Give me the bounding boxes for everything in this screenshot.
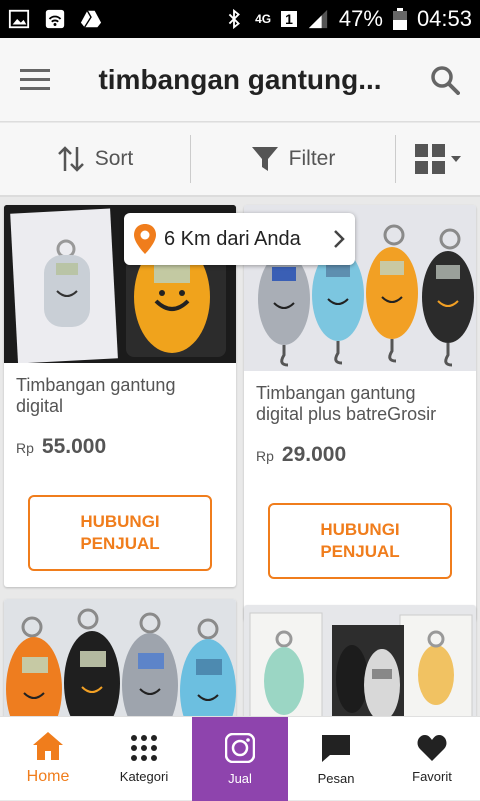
battery-percent: 47% (338, 6, 383, 31)
location-pin-icon (134, 224, 156, 254)
clock: 04:53 (416, 6, 472, 31)
chat-icon (322, 734, 350, 762)
grid-view-icon (415, 144, 445, 174)
grid-dots-icon (131, 734, 157, 761)
chevron-down-icon (451, 156, 461, 162)
nav-item-favorit[interactable]: Favorit (384, 717, 480, 801)
product-card[interactable]: Timbangan gantung digital plus batreGros… (244, 205, 476, 621)
battery-icon (392, 8, 407, 30)
heart-icon (417, 735, 447, 761)
app-header: timbangan gantung... (0, 38, 480, 122)
currency-label: Rp (16, 440, 34, 456)
sort-button[interactable]: Sort (0, 122, 190, 196)
product-image[interactable] (244, 605, 476, 716)
network-type: 4G (255, 12, 272, 26)
search-icon[interactable] (410, 38, 480, 122)
nav-item-kategori[interactable]: Kategori (96, 717, 192, 801)
drive-icon (80, 10, 102, 28)
contact-seller-button[interactable]: HUBUNGI PENJUAL (28, 495, 212, 571)
wifi-icon (45, 9, 65, 29)
product-image[interactable] (4, 599, 236, 716)
nav-label: Home (26, 768, 70, 785)
gallery-icon (8, 9, 30, 29)
product-card[interactable] (4, 599, 236, 716)
page-title: timbangan gantung... (98, 63, 382, 95)
price-value: 55.000 (41, 435, 107, 458)
product-price: Rp 29.000 (244, 443, 476, 467)
filter-button[interactable]: Filter (191, 122, 395, 196)
sort-icon (57, 146, 84, 172)
signal-icon (308, 9, 328, 29)
bluetooth-icon (228, 8, 241, 30)
camera-icon (225, 732, 255, 763)
nav-label: Jual (228, 770, 252, 786)
product-name[interactable]: Timbangan gantung digital (4, 375, 236, 417)
sim-indicator: 1 (281, 11, 297, 27)
product-grid: Timbangan gantung digital Rp 55.000 HUBU… (0, 199, 480, 716)
product-name[interactable]: Timbangan gantung digital plus batreGros… (244, 383, 476, 425)
currency-label: Rp (256, 448, 274, 464)
menu-icon[interactable] (0, 38, 70, 122)
nav-label: Favorit (412, 769, 452, 784)
chevron-right-icon (334, 230, 345, 248)
home-icon (33, 732, 63, 760)
nav-label: Kategori (119, 768, 169, 784)
sort-filter-bar: Sort Filter (0, 123, 480, 197)
sort-label: Sort (94, 147, 134, 170)
filter-icon (251, 147, 278, 171)
nav-item-home[interactable]: Home (0, 717, 96, 801)
view-toggle-button[interactable] (396, 122, 480, 196)
nav-item-jual[interactable]: Jual (192, 717, 288, 801)
status-bar: 4G 1 47% 04:53 (0, 0, 480, 38)
contact-seller-button[interactable]: HUBUNGI PENJUAL (268, 503, 452, 579)
price-value: 29.000 (281, 443, 347, 466)
product-price: Rp 55.000 (4, 435, 236, 459)
nav-label: Pesan (317, 770, 355, 786)
filter-label: Filter (288, 147, 336, 170)
location-distance: 6 Km dari Anda (164, 227, 301, 250)
nav-item-pesan[interactable]: Pesan (288, 717, 384, 801)
bottom-navigation: Home Kategori Jual Pesan Favorit (0, 716, 480, 801)
product-card[interactable] (244, 605, 476, 716)
location-badge[interactable]: 6 Km dari Anda (124, 213, 355, 265)
